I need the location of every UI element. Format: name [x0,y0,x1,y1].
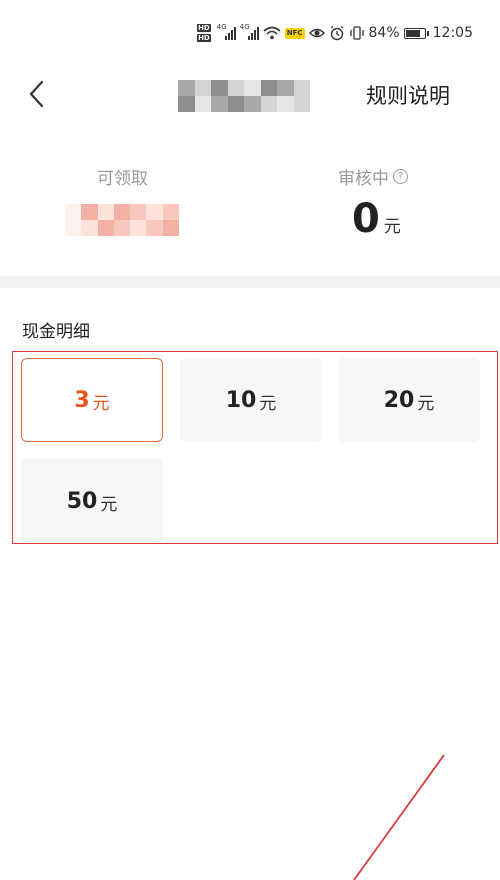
cash-option-amount: 10 [225,387,257,413]
claimable-amount-redacted [65,204,179,236]
status-icons: HD HD 4G 4G NFC 84% 12:05 [197,23,473,42]
cash-option-amount: 50 [66,488,98,514]
rules-link[interactable]: 规则说明 [366,80,450,110]
cash-option-50[interactable]: 50 元 [21,459,163,543]
under-review-label: 审核中 ? [338,164,408,189]
clock: 12:05 [432,25,473,41]
cash-option-unit: 元 [100,495,118,515]
wifi-icon [263,26,281,40]
cash-option-20[interactable]: 20 元 [338,358,480,442]
under-review-amount: 0 元 [352,196,401,242]
cash-option-3[interactable]: 3 元 [21,358,163,442]
alarm-icon [330,25,343,41]
back-arrow-icon[interactable] [26,80,48,108]
help-icon[interactable]: ? [393,169,408,184]
page-title-redacted [178,80,310,112]
battery-percent: 84% [368,25,400,41]
cash-option-unit: 元 [259,394,277,414]
cash-option-amount: 20 [383,387,415,413]
hd-badges: HD HD [197,24,211,42]
battery-icon [403,27,429,39]
signal-icon-2: 4G [240,23,259,40]
under-review-number: 0 [352,196,380,242]
cash-option-unit: 元 [92,394,110,414]
under-review-unit: 元 [383,217,401,237]
hd-badge-2: HD [197,34,211,42]
section-divider [0,276,500,288]
hd-badge-1: HD [197,24,211,32]
cash-detail-title: 现金明细 [22,322,90,342]
status-bar: HD HD 4G 4G NFC 84% 12:05 [0,0,500,60]
cash-option-10[interactable]: 10 元 [180,358,322,442]
cash-option-amount: 3 [74,387,90,413]
vibrate-icon [349,26,364,40]
claimable-label: 可领取 [97,169,148,189]
under-review-text: 审核中 [338,169,389,189]
signal-icon-1: 4G [217,23,236,40]
cash-option-unit: 元 [417,394,435,414]
eye-icon [308,28,325,38]
nfc-icon: NFC [284,27,305,39]
